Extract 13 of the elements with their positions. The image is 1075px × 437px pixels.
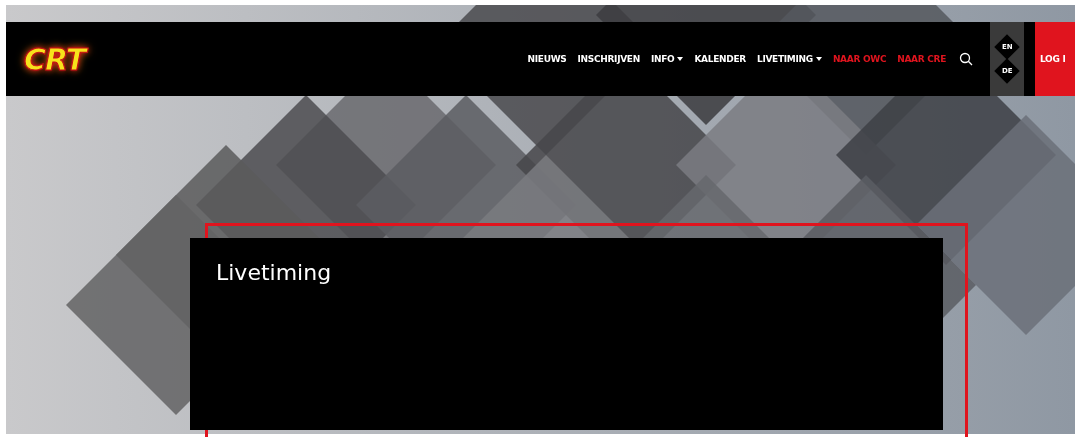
nav-link[interactable]: NIEUWS [527,54,567,64]
search-icon[interactable] [959,52,973,66]
caret-icon [677,57,684,61]
nav-link[interactable]: LIVETIMING [756,54,822,64]
login-button[interactable]: LOG I [1035,22,1075,96]
caret-icon [815,57,822,61]
nav-link[interactable]: NAAR OWC [832,54,887,64]
nav-link[interactable]: NAAR CRE [897,54,946,64]
panel-title: Livetiming [216,260,333,285]
nav-link[interactable]: KALENDER [694,54,746,64]
logo[interactable]: CRT [24,41,86,77]
nav-link[interactable]: INSCHRIJVEN [577,54,640,64]
nav-link[interactable]: INFO [650,54,684,64]
